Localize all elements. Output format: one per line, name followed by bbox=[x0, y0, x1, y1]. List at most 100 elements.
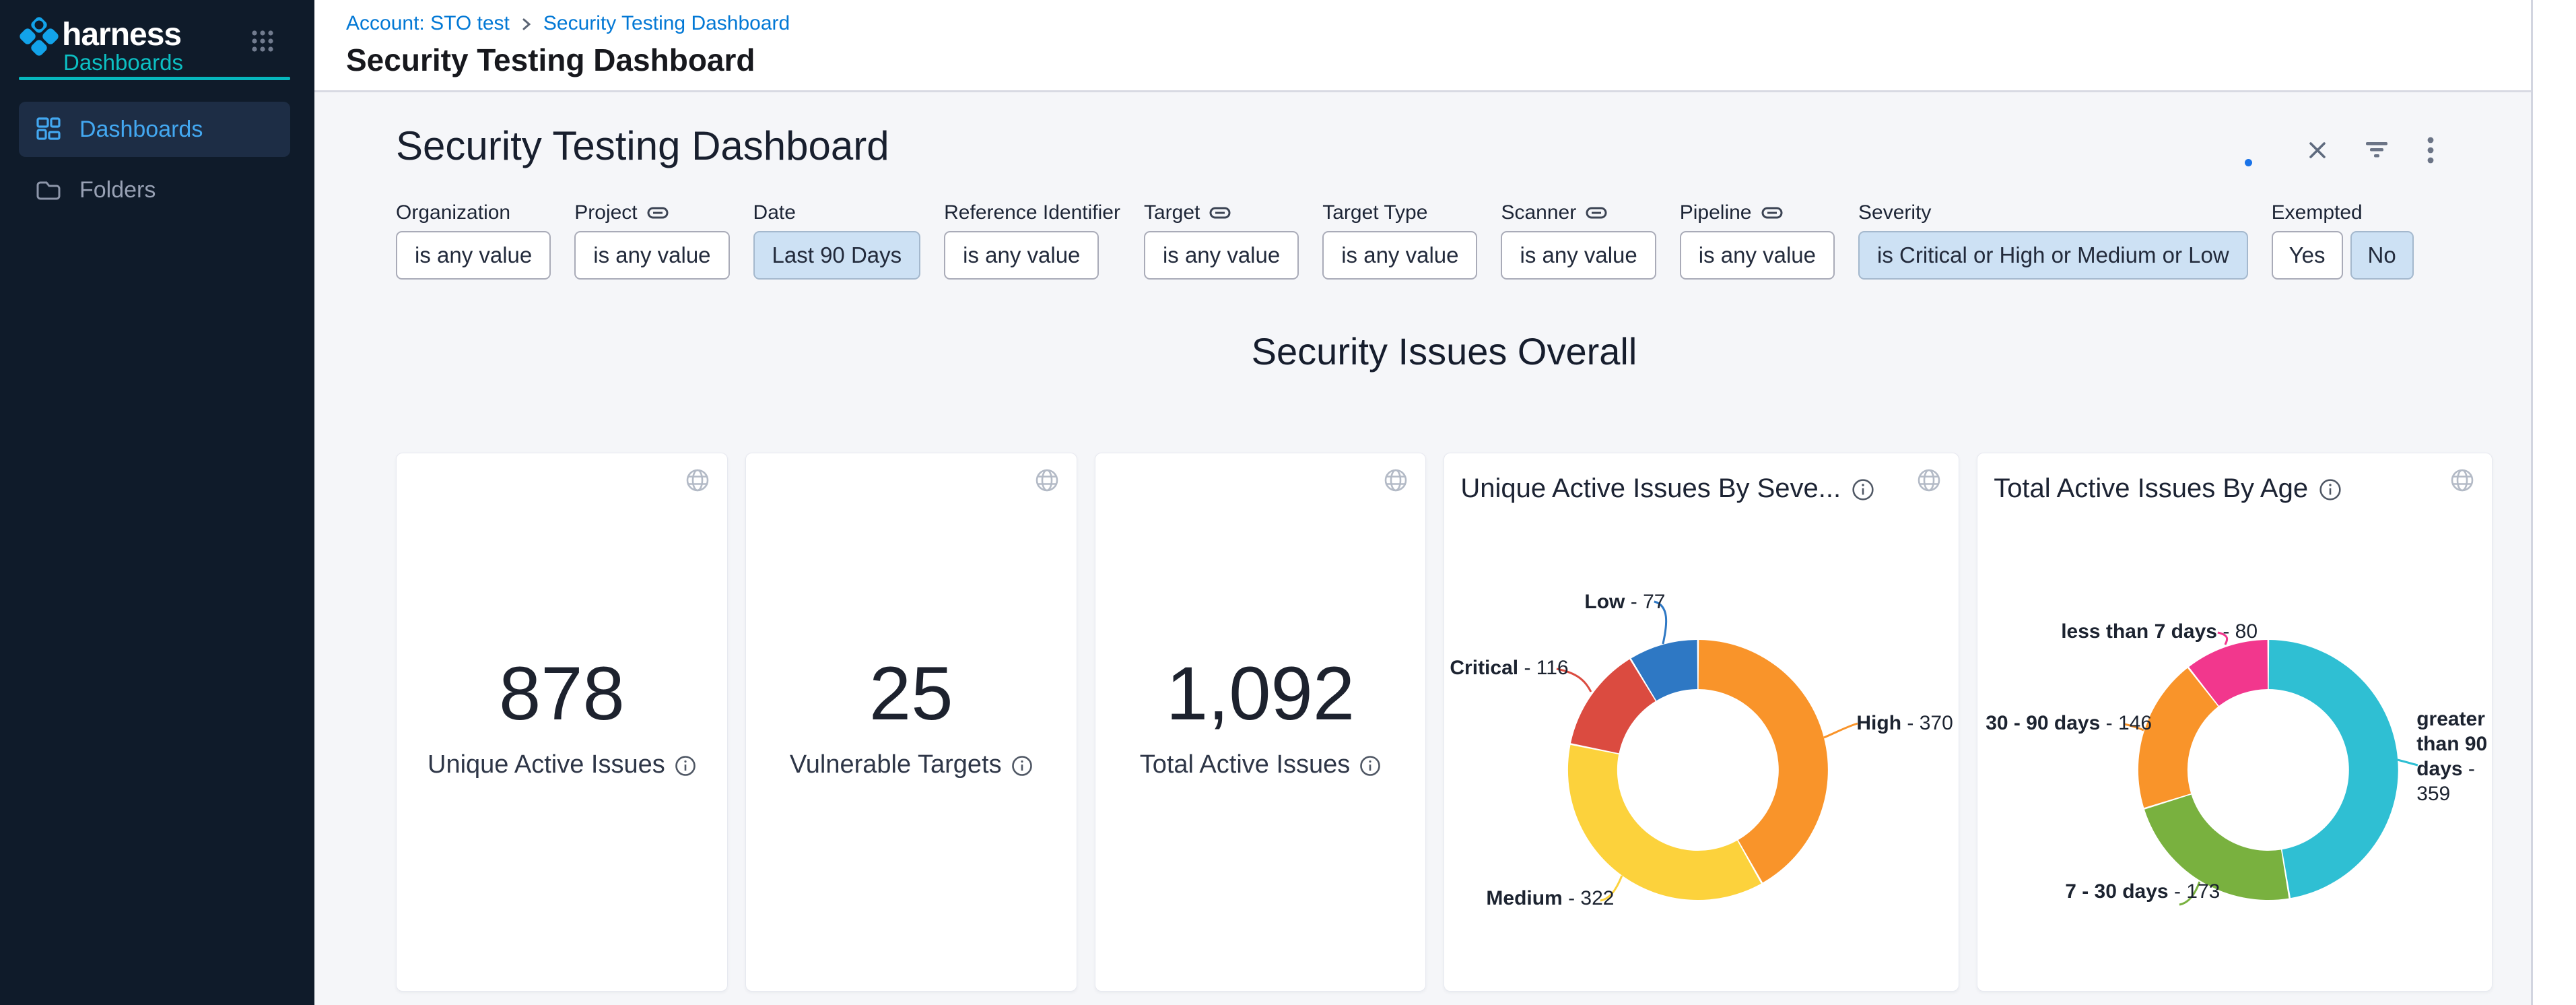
pie-label-greater-than-90-days: greater than 90 days - 359 bbox=[2416, 707, 2505, 806]
breadcrumb-page-link[interactable]: Security Testing Dashboard bbox=[543, 12, 790, 35]
globe-icon[interactable] bbox=[2450, 468, 2474, 492]
donut-slice-high[interactable] bbox=[1699, 640, 1828, 882]
filter-target: Target is any value bbox=[1144, 200, 1299, 280]
donut-slices[interactable] bbox=[1568, 640, 1828, 900]
pointer-dot bbox=[2245, 159, 2252, 166]
stat-label: Unique Active Issues bbox=[428, 750, 665, 779]
brand-wordmark: harness bbox=[62, 16, 181, 53]
breadcrumb: Account: STO test Security Testing Dashb… bbox=[346, 12, 2531, 35]
filter-scanner-value[interactable]: is any value bbox=[1501, 231, 1656, 280]
link-icon[interactable] bbox=[1761, 206, 1783, 220]
folder-icon bbox=[35, 179, 62, 201]
product-name: Dashboards bbox=[63, 50, 183, 75]
link-icon[interactable] bbox=[1586, 206, 1607, 220]
harness-logo-icon[interactable] bbox=[18, 15, 61, 58]
filter-organization-value[interactable]: is any value bbox=[396, 231, 551, 280]
chart-title: Total Active Issues By Age bbox=[1994, 474, 2308, 504]
connector-high bbox=[1824, 723, 1858, 738]
page-title: Security Testing Dashboard bbox=[346, 42, 2531, 78]
info-icon[interactable] bbox=[1852, 478, 1874, 501]
kebab-menu-icon[interactable] bbox=[2427, 136, 2435, 164]
globe-icon[interactable] bbox=[1917, 468, 1941, 492]
filter-severity-value[interactable]: is Critical or High or Medium or Low bbox=[1858, 231, 2248, 280]
filter-reference-identifier: Reference Identifier is any value bbox=[944, 200, 1120, 280]
info-icon[interactable] bbox=[675, 755, 696, 777]
sidebar-item-label: Folders bbox=[79, 177, 156, 203]
exempted-no-button[interactable]: No bbox=[2350, 231, 2414, 280]
info-icon[interactable] bbox=[2319, 478, 2342, 501]
info-icon[interactable] bbox=[1359, 755, 1381, 777]
globe-icon[interactable] bbox=[685, 468, 710, 492]
harness-dashboard-app: harness Dashboards bbox=[0, 0, 2576, 1005]
vertical-scrollbar[interactable] bbox=[2531, 0, 2576, 1005]
close-icon[interactable] bbox=[2308, 141, 2327, 160]
filter-icon[interactable] bbox=[2365, 141, 2389, 159]
donut-slices[interactable] bbox=[2138, 640, 2398, 900]
donut-slice-medium[interactable] bbox=[1568, 745, 1761, 900]
chevron-right-icon bbox=[520, 16, 533, 32]
filter-label: Target bbox=[1144, 201, 1200, 224]
link-icon[interactable] bbox=[1209, 206, 1231, 220]
stat-value: 25 bbox=[746, 650, 1077, 737]
brand-area: harness Dashboards bbox=[0, 0, 314, 77]
filter-label: Severity bbox=[1858, 201, 1931, 224]
filter-severity: Severity is Critical or High or Medium o… bbox=[1858, 200, 2248, 280]
filter-project: Project is any value bbox=[574, 200, 729, 280]
apps-grid-icon[interactable] bbox=[251, 30, 274, 53]
dashboard-toolbar bbox=[2308, 136, 2435, 164]
filter-organization: Organization is any value bbox=[396, 200, 551, 280]
dashboard-title: Security Testing Dashboard bbox=[396, 123, 2493, 169]
breadcrumb-account-link[interactable]: Account: STO test bbox=[346, 12, 510, 35]
tiles-row: 878 Unique Active Issues bbox=[396, 453, 2493, 992]
tile-unique-active-issues: 878 Unique Active Issues bbox=[396, 453, 728, 992]
filter-date-value[interactable]: Last 90 Days bbox=[753, 231, 921, 280]
filter-label: Scanner bbox=[1501, 201, 1576, 224]
filter-label: Project bbox=[574, 201, 637, 224]
filter-reference-identifier-value[interactable]: is any value bbox=[944, 231, 1099, 280]
filter-pipeline: Pipeline is any value bbox=[1680, 200, 1835, 280]
filter-date: Date Last 90 Days bbox=[753, 200, 921, 280]
link-icon[interactable] bbox=[647, 206, 669, 220]
sidebar-nav: Dashboards Folders bbox=[0, 102, 314, 218]
globe-icon[interactable] bbox=[1035, 468, 1059, 492]
dashboard-content: Security Testing Dashboard bbox=[314, 94, 2531, 1005]
filter-target-type-value[interactable]: is any value bbox=[1322, 231, 1477, 280]
tile-total-active-issues: 1,092 Total Active Issues bbox=[1095, 453, 1427, 992]
filter-scanner: Scanner is any value bbox=[1501, 200, 1656, 280]
filter-project-value[interactable]: is any value bbox=[574, 231, 729, 280]
connector-greater-than-90-days bbox=[2398, 760, 2418, 765]
exempted-yes-button[interactable]: Yes bbox=[2272, 231, 2343, 280]
stat-label: Vulnerable Targets bbox=[790, 750, 1002, 779]
pie-label-high: High - 370 bbox=[1856, 711, 1953, 736]
pie-label-less-than-7-days: less than 7 days - 80 bbox=[2061, 619, 2258, 644]
filter-target-type: Target Type is any value bbox=[1322, 200, 1477, 280]
filter-exempted: Exempted Yes No bbox=[2272, 200, 2414, 280]
filter-pipeline-value[interactable]: is any value bbox=[1680, 231, 1835, 280]
tile-unique-active-issues-by-severity: Unique Active Issues By Seve... bbox=[1444, 453, 1959, 992]
sidebar-item-folders[interactable]: Folders bbox=[19, 162, 290, 218]
sidebar-item-dashboards[interactable]: Dashboards bbox=[19, 102, 290, 157]
pie-label-medium: Medium - 322 bbox=[1486, 886, 1614, 911]
sidebar-divider bbox=[19, 77, 290, 80]
stat-label: Total Active Issues bbox=[1140, 750, 1351, 779]
filter-label: Target Type bbox=[1322, 201, 1427, 224]
donut-slice-greater-than-90-days[interactable] bbox=[2269, 640, 2398, 898]
filter-label: Reference Identifier bbox=[944, 201, 1120, 224]
filter-label: Exempted bbox=[2272, 201, 2363, 224]
info-icon[interactable] bbox=[1011, 755, 1033, 777]
donut-chart-age: less than 7 days - 80 30 - 90 days - 146… bbox=[1977, 581, 2492, 959]
pie-label-30-90-days: 30 - 90 days - 146 bbox=[1986, 711, 2152, 736]
top-header: Account: STO test Security Testing Dashb… bbox=[314, 0, 2531, 92]
chart-title: Unique Active Issues By Seve... bbox=[1460, 474, 1841, 504]
filter-target-value[interactable]: is any value bbox=[1144, 231, 1299, 280]
sidebar-item-label: Dashboards bbox=[79, 117, 203, 143]
tile-total-active-issues-by-age: Total Active Issues By Age bbox=[1977, 453, 2493, 992]
dashboards-tiles-icon bbox=[35, 117, 62, 142]
sidebar: harness Dashboards bbox=[0, 0, 314, 1005]
pie-label-critical: Critical - 116 bbox=[1450, 655, 1568, 680]
pie-label-low: Low - 77 bbox=[1584, 589, 1665, 614]
filter-label: Pipeline bbox=[1680, 201, 1752, 224]
donut-chart-severity: Low - 77 Critical - 116 High - 370 Mediu… bbox=[1444, 581, 1959, 959]
globe-icon[interactable] bbox=[1384, 468, 1408, 492]
filter-label: Organization bbox=[396, 201, 510, 224]
